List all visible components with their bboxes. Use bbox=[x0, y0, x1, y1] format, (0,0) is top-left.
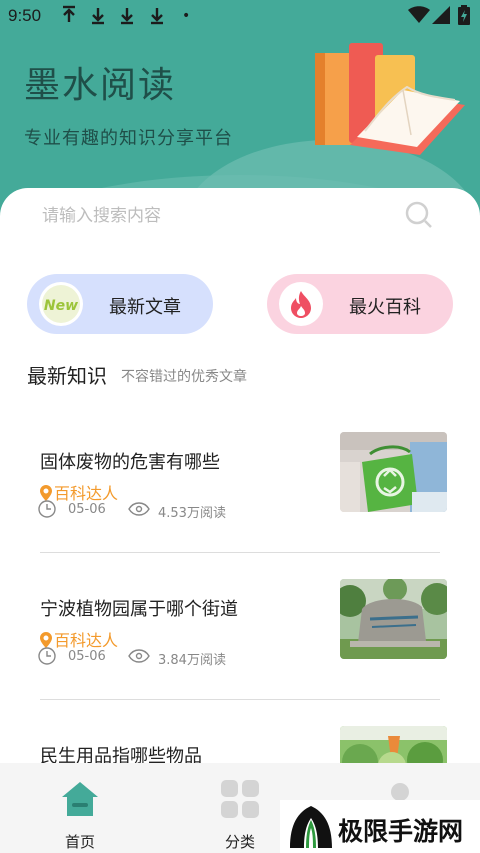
article-title: 固体废物的危害有哪些 bbox=[40, 452, 220, 473]
battery-icon bbox=[458, 5, 470, 25]
article-reads: 3.84万阅读 bbox=[158, 653, 226, 668]
article-date: 05-06 bbox=[68, 649, 106, 664]
eye-icon bbox=[128, 502, 150, 516]
hot-encyclopedia-label: 最火百科 bbox=[349, 297, 421, 318]
author-name: 百科达人 bbox=[54, 484, 119, 503]
article-reads: 4.53万阅读 bbox=[158, 506, 226, 521]
nav-home-label: 首页 bbox=[64, 833, 95, 851]
search-input[interactable] bbox=[42, 202, 402, 230]
divider bbox=[40, 552, 440, 553]
section-header: 最新知识 不容错过的优秀文章 bbox=[27, 360, 247, 389]
app-slogan: 专业有趣的知识分享平台 bbox=[24, 128, 233, 149]
svg-text:New: New bbox=[44, 298, 78, 314]
location-pin-icon bbox=[40, 632, 52, 648]
divider bbox=[40, 699, 440, 700]
article-item[interactable]: 固体废物的危害有哪些 百科达人 05-06 4.53万阅读 bbox=[38, 432, 448, 532]
article-thumbnail bbox=[340, 432, 447, 512]
fire-icon bbox=[279, 282, 323, 326]
author-name: 百科达人 bbox=[54, 631, 119, 650]
download-icon bbox=[151, 8, 163, 25]
location-pin-icon bbox=[40, 485, 52, 501]
nav-category-label: 分类 bbox=[224, 833, 255, 851]
nav-home[interactable]: 首页 bbox=[40, 775, 120, 851]
grid-icon bbox=[221, 780, 259, 818]
watermark-text: 极限手游网 bbox=[338, 817, 464, 846]
clock-icon bbox=[38, 647, 56, 665]
section-subtitle: 不容错过的优秀文章 bbox=[121, 369, 247, 385]
download-icon bbox=[92, 8, 104, 25]
status-bar: 9:50 • bbox=[0, 0, 480, 32]
status-time: 9:50 bbox=[8, 6, 42, 25]
article-title: 宁波植物园属于哪个街道 bbox=[40, 599, 238, 620]
section-title: 最新知识 bbox=[27, 364, 107, 388]
books-illustration bbox=[315, 43, 465, 155]
article-date: 05-06 bbox=[68, 502, 106, 517]
article-thumbnail bbox=[340, 579, 447, 659]
search-icon[interactable] bbox=[404, 200, 434, 230]
download-icon bbox=[63, 5, 75, 22]
hot-encyclopedia-button[interactable]: 最火百科 bbox=[267, 274, 453, 334]
latest-articles-label: 最新文章 bbox=[109, 297, 181, 318]
download-icon bbox=[121, 8, 133, 25]
signal-icon bbox=[432, 6, 450, 24]
new-badge-icon: New bbox=[39, 282, 83, 326]
app-title: 墨水阅读 bbox=[24, 65, 177, 106]
watermark: 极限手游网 bbox=[280, 800, 480, 853]
search-bar[interactable] bbox=[24, 196, 456, 236]
nav-category[interactable]: 分类 bbox=[200, 775, 280, 851]
wifi-icon bbox=[408, 6, 430, 23]
watermark-logo-icon bbox=[290, 806, 332, 848]
home-icon bbox=[62, 782, 98, 816]
clock-icon bbox=[38, 500, 56, 518]
eye-icon bbox=[128, 649, 150, 663]
dot-icon: • bbox=[182, 8, 191, 24]
latest-articles-button[interactable]: New 最新文章 bbox=[27, 274, 213, 334]
article-item[interactable]: 宁波植物园属于哪个街道 百科达人 05-06 3.84万阅读 bbox=[38, 579, 448, 679]
